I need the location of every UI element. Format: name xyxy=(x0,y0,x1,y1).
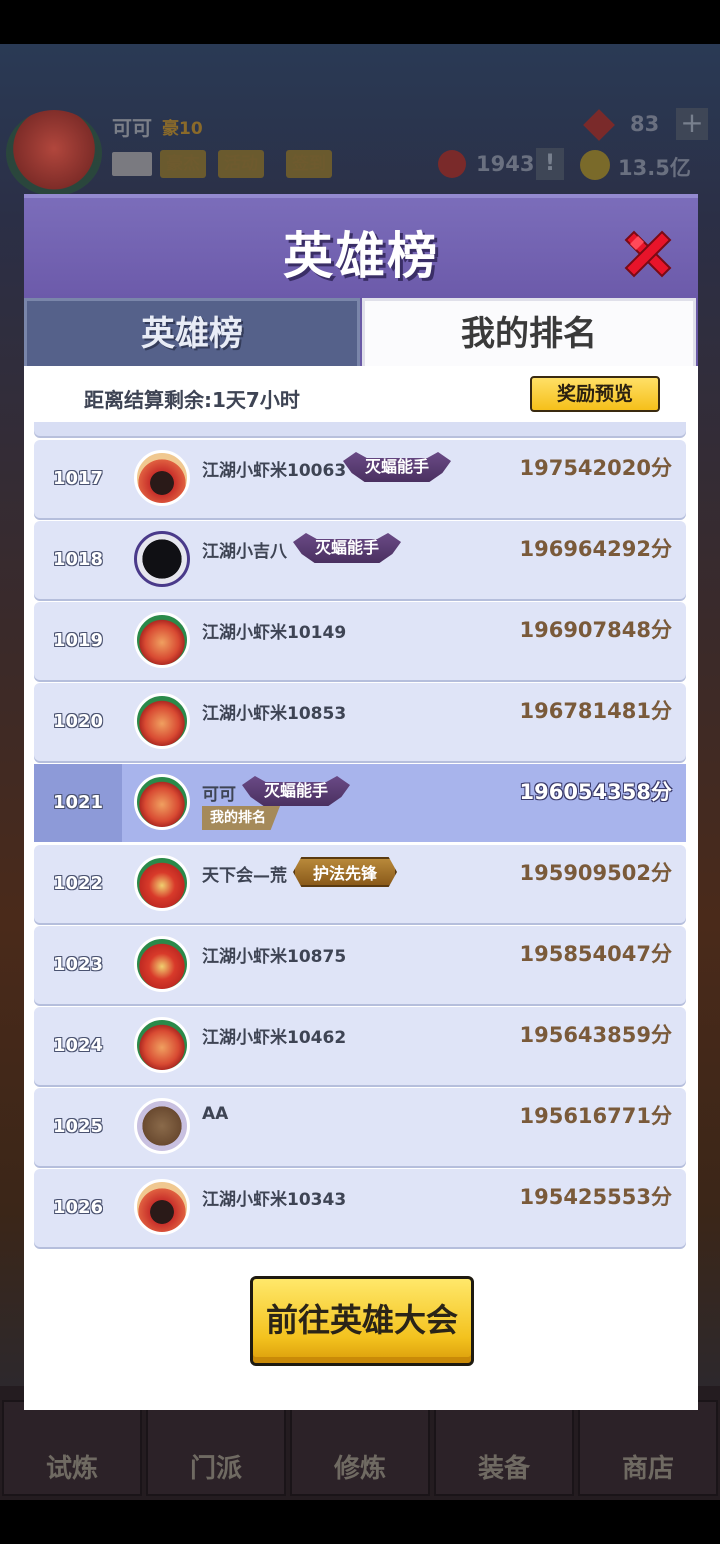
player-name: 天下会—荒 xyxy=(202,866,287,886)
vip-level: 豪10 xyxy=(162,119,203,139)
title-badge: 灭蝠能手 xyxy=(343,452,452,482)
score: 196964292分 xyxy=(519,537,672,561)
player-name: 江湖小虾米10343 xyxy=(202,1190,347,1210)
player-name: 江湖小虾米10875 xyxy=(202,947,347,967)
player-name: 江湖小虾米10853 xyxy=(202,704,347,724)
avatar[interactable] xyxy=(134,936,190,992)
table-row[interactable]: 1024 江湖小虾米10462 195643859分 xyxy=(34,1007,686,1085)
score: 197542020分 xyxy=(519,456,672,480)
token-count: 1943 xyxy=(476,152,535,176)
settlement-countdown: 距离结算剩余:1天7小时 xyxy=(84,388,300,412)
player-name: 可可 xyxy=(202,785,236,805)
rank-number: 1025 xyxy=(52,1116,104,1137)
nav-sect-label: 门派 xyxy=(189,1454,242,1484)
player-name: AA xyxy=(202,1104,229,1124)
title-badge: 灭蝠能手 xyxy=(242,776,351,806)
hero-button[interactable]: 豪杰 xyxy=(160,150,206,178)
go-hero-conference-button[interactable]: 前往英雄大会 xyxy=(250,1276,474,1366)
avatar[interactable] xyxy=(134,1179,190,1235)
table-row[interactable]: 1025 AA 195616771分 xyxy=(34,1088,686,1166)
rank-number: 1022 xyxy=(52,873,104,894)
bottom-bar xyxy=(0,1500,720,1544)
table-row[interactable]: 1022 天下会—荒 护法先锋 195909502分 xyxy=(34,845,686,923)
avatar[interactable] xyxy=(134,693,190,749)
rank-cell: 1024 xyxy=(34,1007,122,1085)
table-row[interactable]: 1023 江湖小虾米10875 195854047分 xyxy=(34,926,686,1004)
player-name: 江湖小虾米10462 xyxy=(202,1028,347,1048)
checkin-button[interactable]: 签到 xyxy=(286,150,332,178)
avatar[interactable] xyxy=(134,612,190,668)
player-name: 可可 xyxy=(112,116,152,140)
rank-number: 1017 xyxy=(52,468,104,489)
rank-number: 1026 xyxy=(52,1197,104,1218)
reward-preview-button[interactable]: 奖励预览 xyxy=(530,376,660,412)
avatar[interactable] xyxy=(134,1017,190,1073)
nav-shop-label: 商店 xyxy=(621,1454,674,1484)
add-gems-button[interactable]: + xyxy=(676,108,708,140)
score: 195854047分 xyxy=(519,942,672,966)
nav-cultivate-label: 修炼 xyxy=(333,1454,386,1484)
player-name: 江湖小虾米10149 xyxy=(202,623,347,643)
title-badge: 灭蝠能手 xyxy=(293,533,402,563)
score: 196054358分 xyxy=(519,780,672,804)
modal-title: 英雄榜 xyxy=(283,227,439,285)
table-row[interactable]: 1019 江湖小虾米10149 196907848分 xyxy=(34,602,686,680)
tab-bar: 英雄榜 我的排名 xyxy=(24,298,698,366)
rank-cell: 1022 xyxy=(34,845,122,923)
tab-hero-board[interactable]: 英雄榜 xyxy=(24,298,360,366)
score: 196781481分 xyxy=(519,699,672,723)
table-row[interactable]: 1026 江湖小虾米10343 195425553分 xyxy=(34,1169,686,1247)
score: 195643859分 xyxy=(519,1023,672,1047)
rank-cell: 1020 xyxy=(34,683,122,761)
coin-count: 13.5亿 xyxy=(618,156,691,180)
title-badge: 护法先锋 xyxy=(293,857,398,887)
score: 195909502分 xyxy=(519,861,672,885)
mail-icon[interactable] xyxy=(112,152,152,176)
table-row[interactable]: 1021 可可 灭蝠能手 我的排名 196054358分 xyxy=(34,764,686,842)
leaderboard-modal: 英雄榜 英雄榜 我的排名 距离结算剩余:1天7小时 奖励预览 1017 江湖小虾米… xyxy=(24,194,698,1410)
gem-count: 83 xyxy=(630,112,660,136)
rank-cell: 1026 xyxy=(34,1169,122,1247)
player-name: 江湖小虾米10063 xyxy=(202,461,347,481)
table-row[interactable]: 1018 江湖小吉八 灭蝠能手 196964292分 xyxy=(34,521,686,599)
score: 195616771分 xyxy=(519,1104,672,1128)
rank-cell: 1023 xyxy=(34,926,122,1004)
avatar[interactable] xyxy=(134,774,190,830)
close-icon[interactable] xyxy=(618,224,678,284)
tab-my-ranking[interactable]: 我的排名 xyxy=(362,298,696,366)
table-row[interactable]: 1020 江湖小虾米10853 196781481分 xyxy=(34,683,686,761)
rank-cell: 1019 xyxy=(34,602,122,680)
alert-icon[interactable]: ! xyxy=(536,148,564,180)
nav-equipment-label: 装备 xyxy=(477,1454,530,1484)
player-avatar[interactable] xyxy=(6,110,102,196)
player-name: 江湖小吉八 xyxy=(202,542,287,562)
ranking-list[interactable]: 1017 江湖小虾米10063 灭蝠能手 197542020分 1018 江湖小吉八 灭蝠能… xyxy=(34,422,686,1250)
avatar[interactable] xyxy=(134,450,190,506)
status-bar xyxy=(0,0,720,44)
coin-icon xyxy=(580,150,610,180)
rank-number: 1020 xyxy=(52,711,104,732)
rank-cell: 1025 xyxy=(34,1088,122,1166)
rank-number: 1024 xyxy=(52,1035,104,1056)
game-screen: 可可 豪10 豪杰 活动 签到 83 + 1943 ! 13.5亿 试炼 门派 … xyxy=(0,0,720,1544)
modal-header: 英雄榜 xyxy=(24,194,698,298)
rank-cell: 1021 xyxy=(34,764,122,842)
rank-number: 1021 xyxy=(52,792,104,813)
rank-cell: 1018 xyxy=(34,521,122,599)
avatar[interactable] xyxy=(134,855,190,911)
score: 196907848分 xyxy=(519,618,672,642)
rank-number: 1019 xyxy=(52,630,104,651)
my-rank-tag: 我的排名 xyxy=(202,806,280,830)
rank-cell: 1017 xyxy=(34,440,122,518)
table-row[interactable]: 1017 江湖小虾米10063 灭蝠能手 197542020分 xyxy=(34,440,686,518)
avatar[interactable] xyxy=(134,1098,190,1154)
event-button[interactable]: 活动 xyxy=(218,150,264,178)
token-icon xyxy=(438,150,466,178)
nav-trial-label: 试炼 xyxy=(45,1454,98,1484)
rank-number: 1023 xyxy=(52,954,104,975)
rank-number: 1018 xyxy=(52,549,104,570)
avatar[interactable] xyxy=(134,531,190,587)
score: 195425553分 xyxy=(519,1185,672,1209)
list-item-partial xyxy=(34,422,686,436)
